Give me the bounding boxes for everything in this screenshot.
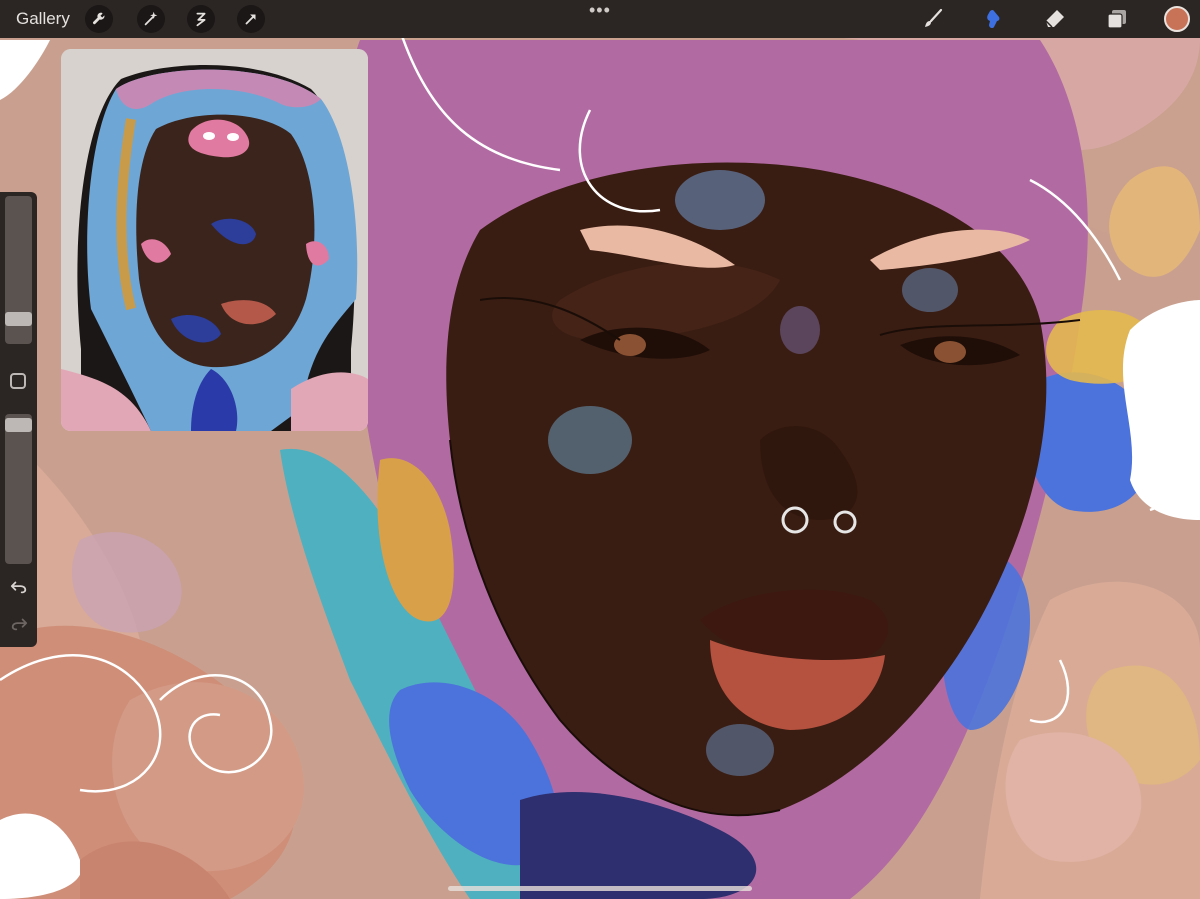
more-options-icon[interactable]: •••	[589, 1, 611, 19]
brush-icon[interactable]	[920, 6, 946, 32]
selection-icon[interactable]	[187, 5, 215, 33]
gallery-button[interactable]: Gallery	[16, 9, 70, 29]
smudge-icon[interactable]	[980, 6, 1006, 32]
home-indicator[interactable]	[448, 886, 752, 891]
color-swatch[interactable]	[1164, 6, 1190, 32]
brush-size-handle[interactable]	[5, 312, 32, 326]
transform-arrow-icon[interactable]	[237, 5, 265, 33]
undo-icon[interactable]	[8, 576, 30, 598]
eraser-icon[interactable]	[1042, 6, 1068, 32]
modifier-button[interactable]	[10, 373, 26, 389]
opacity-slider[interactable]	[5, 414, 32, 564]
reference-photo	[61, 49, 368, 431]
layers-icon[interactable]	[1104, 6, 1130, 32]
left-sidebar	[0, 192, 37, 647]
wrench-icon[interactable]	[85, 5, 113, 33]
reference-image-panel[interactable]	[61, 49, 368, 431]
redo-icon[interactable]	[8, 613, 30, 635]
top-toolbar: Gallery •••	[0, 0, 1200, 38]
opacity-handle[interactable]	[5, 418, 32, 432]
brush-size-slider[interactable]	[5, 196, 32, 344]
magic-wand-icon[interactable]	[137, 5, 165, 33]
